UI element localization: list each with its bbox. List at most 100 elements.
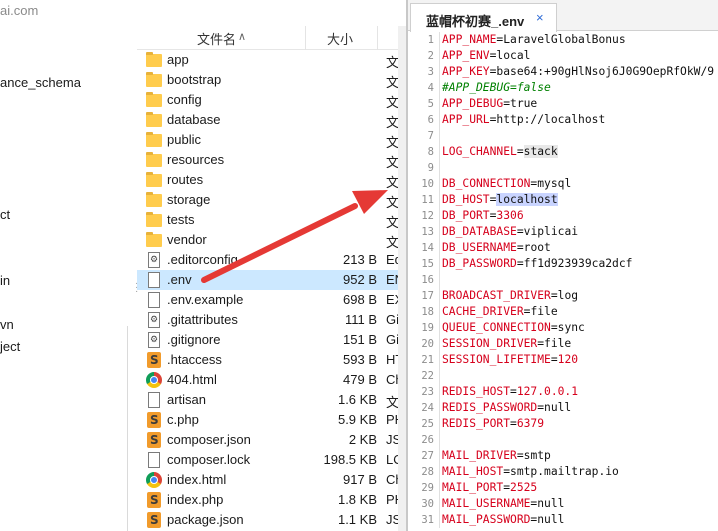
file-row[interactable]: .env.example698 BEXA xyxy=(137,290,408,310)
line-number: 23 xyxy=(421,386,434,398)
folder-icon xyxy=(146,212,162,227)
code-line: 14 DB_USERNAME=root xyxy=(408,240,718,256)
file-row[interactable]: c.php5.9 KBPHI xyxy=(137,410,408,430)
file-row[interactable]: app文件 xyxy=(137,50,408,70)
line-number: 1 xyxy=(427,34,434,46)
env-value: log xyxy=(557,289,579,302)
env-value: true xyxy=(510,97,538,110)
column-divider[interactable] xyxy=(377,26,378,50)
file-name: bootstrap xyxy=(167,72,222,87)
file-name: tests xyxy=(167,212,195,227)
file-row[interactable]: 404.html 479 B Chr xyxy=(137,370,408,390)
line-number: 8 xyxy=(427,146,434,158)
file-row[interactable]: config文件 xyxy=(137,90,408,110)
file-row[interactable]: routes文件 xyxy=(137,170,408,190)
pane-splitter[interactable] xyxy=(128,22,137,531)
editor-tab[interactable]: 蓝帽杯初赛_.env × xyxy=(410,3,557,32)
env-key: MAIL_PASSWORD xyxy=(442,513,531,526)
file-size: 1.8 KB xyxy=(337,492,377,507)
line-number: 10 xyxy=(421,178,434,190)
file-row[interactable]: .editorconfig213 BEdi xyxy=(137,250,408,270)
settings-file-icon xyxy=(148,312,160,328)
file-name: 404.html xyxy=(167,372,217,387)
file-row[interactable]: index.html 917 B Chr xyxy=(137,470,408,490)
env-key: REDIS_PORT xyxy=(442,417,511,430)
settings-file-icon xyxy=(148,332,160,348)
file-row[interactable]: .env 952 B EN xyxy=(137,270,408,290)
file-row[interactable]: index.php1.8 KBPHI xyxy=(137,490,408,510)
sort-up-icon: ∧ xyxy=(238,31,247,43)
gutter-divider xyxy=(439,368,440,384)
file-name: .gitattributes xyxy=(167,312,238,327)
code-line: 17 BROADCAST_DRIVER=log xyxy=(408,288,718,304)
env-key: SESSION_DRIVER xyxy=(442,337,538,350)
line-number: 4 xyxy=(427,82,434,94)
env-value: null xyxy=(537,497,565,510)
file-row[interactable]: public文件 xyxy=(137,130,408,150)
line-number: 12 xyxy=(421,210,434,222)
env-value: ff1d923939ca2dcf xyxy=(523,257,633,270)
gutter-divider xyxy=(439,128,440,144)
file-row[interactable]: composer.lock 198.5 KB LO xyxy=(137,450,408,470)
env-key: REDIS_PASSWORD xyxy=(442,401,538,414)
code-line: 4 #APP_DEBUG=false xyxy=(408,80,718,96)
file-size: 151 B xyxy=(343,332,377,347)
file-row[interactable]: .htaccess593 BHTA xyxy=(137,350,408,370)
file-name: storage xyxy=(167,192,211,207)
file-row[interactable]: artisan1.6 KB文件 xyxy=(137,390,408,410)
file-name: config xyxy=(167,92,202,107)
sublime-file-icon xyxy=(147,352,161,368)
env-value: localhost xyxy=(496,193,558,206)
close-icon[interactable]: × xyxy=(536,10,544,25)
file-name: composer.lock xyxy=(167,452,251,467)
chrome-file-icon xyxy=(146,472,162,488)
code-line: 30 MAIL_USERNAME=null xyxy=(408,496,718,512)
file-size: 198.5 KB xyxy=(323,452,378,467)
file-row[interactable]: bootstrap文件 xyxy=(137,70,408,90)
env-key: APP_KEY xyxy=(442,65,490,78)
file-row[interactable]: package.json1.1 KBJSO xyxy=(137,510,408,530)
nav-item[interactable]: ct xyxy=(0,207,10,222)
env-value: root xyxy=(523,241,551,254)
line-number: 13 xyxy=(421,226,434,238)
env-key: MAIL_PORT xyxy=(442,481,504,494)
file-name: routes xyxy=(167,172,204,187)
nav-item[interactable]: ject xyxy=(0,339,20,354)
file-row[interactable]: composer.json2 KBJSO xyxy=(137,430,408,450)
gutter-divider xyxy=(439,272,440,288)
folder-icon xyxy=(146,72,162,87)
gutter-divider xyxy=(439,112,440,128)
gutter-divider xyxy=(439,48,440,64)
gutter-divider xyxy=(439,144,440,160)
gutter-divider xyxy=(439,496,440,512)
nav-item[interactable]: ance_schema xyxy=(0,75,81,90)
file-row[interactable]: vendor文件 xyxy=(137,230,408,250)
file-name: resources xyxy=(167,152,225,167)
folder-icon xyxy=(146,232,162,247)
env-value: null xyxy=(544,401,572,414)
file-row[interactable]: resources文件 xyxy=(137,150,408,170)
column-divider[interactable] xyxy=(305,26,306,50)
gutter-divider xyxy=(439,432,440,448)
nav-item[interactable]: vn xyxy=(0,317,14,332)
env-value: LaravelGlobalBonus xyxy=(503,33,626,46)
line-number: 2 xyxy=(427,50,434,62)
file-row[interactable]: .gitattributes111 BGit xyxy=(137,310,408,330)
code-area[interactable]: 1 APP_NAME=LaravelGlobalBonus 2 APP_ENV=loc… xyxy=(408,32,718,528)
nav-item[interactable]: in xyxy=(0,273,10,288)
file-size: 1.1 KB xyxy=(337,512,377,527)
column-header-name[interactable]: 文件名 xyxy=(197,29,236,49)
sublime-file-icon xyxy=(147,432,161,448)
code-line: 2 APP_ENV=local xyxy=(408,48,718,64)
file-size: 5.9 KB xyxy=(337,412,377,427)
file-row[interactable]: storage文件 xyxy=(137,190,408,210)
column-header-size[interactable]: 大小 xyxy=(327,29,353,49)
file-row[interactable]: .gitignore151 BGit xyxy=(137,330,408,350)
navigation-pane: ai.com ance_schema ct in vn ject xyxy=(0,0,128,531)
env-value: local xyxy=(496,49,531,62)
gutter-divider xyxy=(439,480,440,496)
file-row[interactable]: database文件 xyxy=(137,110,408,130)
code-line: 7 xyxy=(408,128,718,144)
env-key: CACHE_DRIVER xyxy=(442,305,524,318)
file-row[interactable]: tests文件 xyxy=(137,210,408,230)
